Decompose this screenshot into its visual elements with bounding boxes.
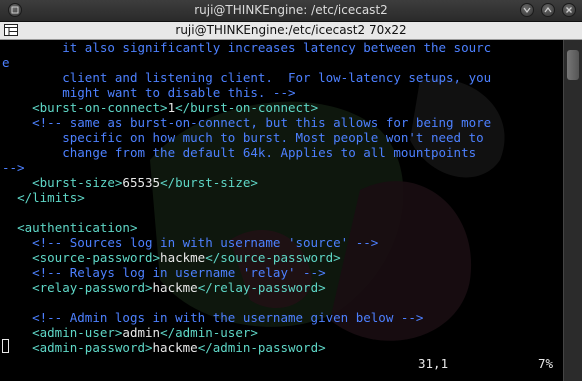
xml-comment: it also significantly increases latency …: [62, 40, 492, 55]
close-icon[interactable]: [562, 3, 576, 17]
scroll-percent: 7%: [538, 356, 554, 371]
editor-line: <relay-password>hackme</relay-password>: [2, 280, 326, 295]
editor-line: it also significantly increases latency …: [2, 40, 491, 55]
xml-tag: <relay-password>: [32, 280, 153, 295]
xml-tag: <admin-password>: [32, 340, 153, 355]
vertical-scrollbar[interactable]: [563, 40, 582, 381]
xml-tag: <source-password>: [32, 250, 161, 265]
editor-line: <!-- Sources log in with username 'sourc…: [2, 235, 378, 250]
xml-tag: <admin-user>: [32, 325, 123, 340]
editor-line: <burst-size>65535</burst-size>: [2, 175, 258, 190]
xml-comment: -->: [2, 160, 25, 175]
xml-tag: </burst-on-connect>: [175, 100, 319, 115]
minimize-icon[interactable]: [520, 3, 534, 17]
editor-buffer[interactable]: it also significantly increases latency …: [2, 40, 562, 381]
editor-line: client and listening client. For low-lat…: [2, 70, 491, 85]
editor-line: might want to disable this. -->: [2, 85, 296, 100]
editor-line: <!-- Relays log in username 'relay' -->: [2, 265, 326, 280]
editor-line: <authentication>: [2, 220, 137, 235]
window-title: ruji@THINKEngine: /etc/icecast2: [194, 3, 388, 17]
xml-comment: <!-- Sources log in with username 'sourc…: [32, 235, 379, 250]
xml-tag: <burst-on-connect>: [32, 100, 168, 115]
editor-line: <source-password>hackme</source-password…: [2, 250, 341, 265]
editor-line: e: [2, 55, 10, 70]
maximize-icon[interactable]: [541, 3, 555, 17]
xml-comment: e: [2, 55, 10, 70]
xml-tag: </source-password>: [205, 250, 341, 265]
xml-value: hackme: [152, 340, 198, 355]
scrollbar-thumb[interactable]: [567, 50, 579, 80]
editor-line: <!-- Admin logs in with the username giv…: [2, 310, 423, 325]
xml-tag: </admin-user>: [160, 325, 258, 340]
xml-comment: might want to disable this. -->: [62, 85, 296, 100]
xml-comment: change from the default 64k. Applies to …: [62, 145, 477, 160]
xml-comment: specific on how much to burst. Most peop…: [62, 130, 484, 145]
xml-comment: <!-- same as burst-on-connect, but this …: [32, 115, 492, 130]
xml-value: admin: [122, 325, 161, 340]
xml-comment: <!-- Relays log in username 'relay' -->: [32, 265, 326, 280]
editor-line: specific on how much to burst. Most peop…: [2, 130, 484, 145]
xml-tag: </admin-password>: [197, 340, 326, 355]
editor-line: <!-- same as burst-on-connect, but this …: [2, 115, 491, 130]
terminal-tab-bar: ruji@THINKEngine:/etc/icecast2 70x22: [0, 22, 582, 40]
xml-comment: client and listening client. For low-lat…: [62, 70, 492, 85]
xml-value: hackme: [152, 280, 198, 295]
xml-comment: <!-- Admin logs in with the username giv…: [32, 310, 424, 325]
editor-line: <admin-password>hackme</admin-password>: [2, 340, 326, 355]
xml-tag: </limits>: [17, 190, 85, 205]
cursor-position: 31,1: [418, 356, 449, 371]
xml-tag: <burst-size>: [32, 175, 123, 190]
editor-line: -->: [2, 160, 25, 175]
text-cursor: [2, 339, 9, 353]
xml-tag: </relay-password>: [197, 280, 326, 295]
xml-tag: <authentication>: [17, 220, 138, 235]
terminal-tab-title: ruji@THINKEngine:/etc/icecast2 70x22: [175, 23, 407, 37]
xml-tag: </burst-size>: [160, 175, 258, 190]
editor-line: change from the default 64k. Applies to …: [2, 145, 476, 160]
editor-line: <admin-user>admin</admin-user>: [2, 325, 258, 340]
editor-line: </limits>: [2, 190, 85, 205]
xml-value: hackme: [160, 250, 206, 265]
xml-value: 65535: [122, 175, 161, 190]
title-bar[interactable]: ruji@THINKEngine: /etc/icecast2: [0, 0, 582, 22]
terminal-window: ruji@THINKEngine: /etc/icecast2 ruji@THI…: [0, 0, 582, 381]
xml-value: 1: [167, 100, 176, 115]
editor-line: <burst-on-connect>1</burst-on-connect>: [2, 100, 318, 115]
terminal-view[interactable]: it also significantly increases latency …: [0, 40, 582, 381]
